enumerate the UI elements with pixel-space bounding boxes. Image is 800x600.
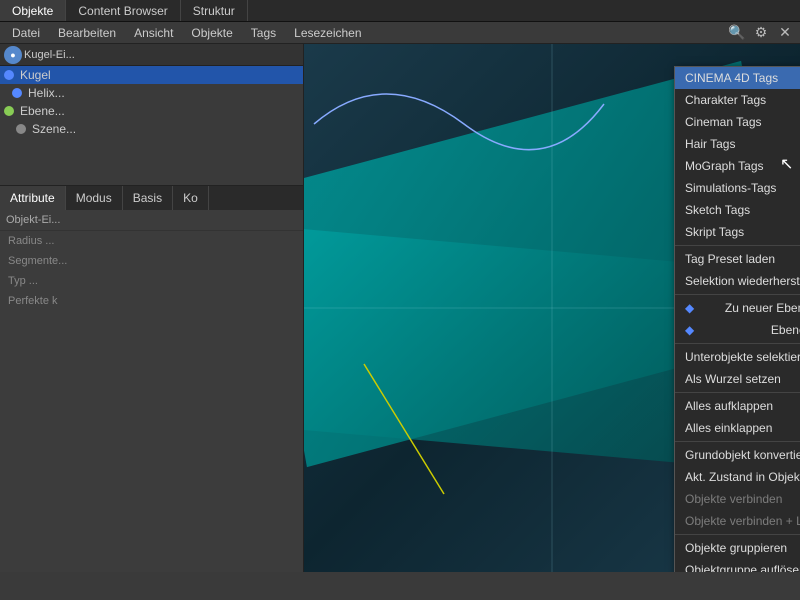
list-item[interactable]: Ebene... [0, 102, 303, 120]
menu-bar: Datei Bearbeiten Ansicht Objekte Tags Le… [0, 22, 800, 44]
separator [675, 245, 800, 246]
list-item[interactable]: Kugel [0, 66, 303, 84]
ctx-item-charakter-tags[interactable]: Charakter Tags ▶ [675, 89, 800, 111]
ctx-item-skript-tags[interactable]: Skript Tags [675, 221, 800, 243]
ctx-item-ebenen-manager[interactable]: ◆ Ebenen-Manager... [675, 319, 800, 341]
tab-modus[interactable]: Modus [66, 186, 123, 210]
tab-struktur[interactable]: Struktur [181, 0, 248, 21]
attr-row: Radius ... [0, 231, 303, 251]
ctx-item-aufklappen[interactable]: Alles aufklappen [675, 395, 800, 417]
menu-ansicht[interactable]: Ansicht [126, 24, 181, 42]
tab-ko[interactable]: Ko [173, 186, 209, 210]
ctx-item-verbinden-loeschen[interactable]: Objekte verbinden + Löschen [675, 510, 800, 532]
ctx-item-zustand[interactable]: Akt. Zustand in Objekt wandeln [675, 466, 800, 488]
ctx-item-gruppieren[interactable]: Objekte gruppieren [675, 537, 800, 559]
ctx-item-grundobjekt[interactable]: Grundobjekt konvertieren [675, 444, 800, 466]
main-area: ● Kugel-Ei... Kugel Helix... Ebene... Sz… [0, 44, 800, 572]
list-item[interactable]: Helix... [0, 84, 303, 102]
attr-label: Perfekte k [8, 295, 88, 307]
tab-content-browser[interactable]: Content Browser [66, 0, 180, 21]
ctx-item-cinema4d-tags[interactable]: CINEMA 4D Tags ▶ [675, 67, 800, 89]
attr-row: Segmente... [0, 251, 303, 271]
ctx-item-einklappen[interactable]: Alles einklappen [675, 417, 800, 439]
separator [675, 534, 800, 535]
kugel-label: Kugel-Ei... [24, 49, 75, 61]
attr-label: Typ ... [8, 275, 88, 287]
object-color-dot [12, 88, 22, 98]
neue-ebene-icon: ◆ [685, 301, 694, 315]
object-color-dot [4, 70, 14, 80]
separator [675, 294, 800, 295]
separator [675, 343, 800, 344]
kugel-icon: ● [4, 46, 22, 64]
menu-lesezeichen[interactable]: Lesezeichen [286, 24, 369, 42]
tab-objekte[interactable]: Objekte [0, 0, 66, 21]
ctx-item-gruppe-aufloesen[interactable]: Objektgruppe auflösen [675, 559, 800, 572]
teal-surface-2 [304, 224, 693, 464]
close-icon[interactable]: ✕ [774, 22, 796, 44]
objekt-ei-label: Objekt-Ei... [0, 210, 303, 231]
ctx-item-unterobjekte[interactable]: Unterobjekte selektieren [675, 346, 800, 368]
tab-attribute[interactable]: Attribute [0, 186, 66, 210]
menu-tags[interactable]: Tags [243, 24, 284, 42]
left-panel: ● Kugel-Ei... Kugel Helix... Ebene... Sz… [0, 44, 304, 572]
3d-viewport[interactable]: CINEMA 4D Tags ▶ Charakter Tags ▶ Cinema… [304, 44, 800, 572]
settings-icon[interactable]: ⚙ [750, 22, 772, 44]
ctx-item-als-wurzel[interactable]: Als Wurzel setzen [675, 368, 800, 390]
list-item[interactable]: Szene... [0, 120, 303, 138]
ctx-item-cineman-tags[interactable]: Cineman Tags ▶ [675, 111, 800, 133]
ctx-item-tag-preset[interactable]: Tag Preset laden ▶ [675, 248, 800, 270]
ctx-item-neue-ebene[interactable]: ◆ Zu neuer Ebene hinzufügen [675, 297, 800, 319]
ctx-item-simulations-tags[interactable]: Simulations-Tags ▶ [675, 177, 800, 199]
object-color-dot [16, 124, 26, 134]
separator [675, 441, 800, 442]
ctx-item-sketch-tags[interactable]: Sketch Tags ▶ [675, 199, 800, 221]
ctx-item-verbinden[interactable]: Objekte verbinden [675, 488, 800, 510]
attr-row: Typ ... [0, 271, 303, 291]
ctx-item-hair-tags[interactable]: Hair Tags [675, 133, 800, 155]
top-tab-bar: Objekte Content Browser Struktur [0, 0, 800, 22]
ctx-item-selektion[interactable]: Selektion wiederherstellen ▶ [675, 270, 800, 292]
context-menu: CINEMA 4D Tags ▶ Charakter Tags ▶ Cinema… [674, 66, 800, 572]
separator [675, 392, 800, 393]
attribute-tabs: Attribute Modus Basis Ko [0, 186, 303, 210]
search-icon[interactable]: 🔍 [726, 22, 748, 44]
menu-bearbeiten[interactable]: Bearbeiten [50, 24, 124, 42]
attribute-panel: Attribute Modus Basis Ko Objekt-Ei... Ra… [0, 186, 303, 572]
attr-row: Perfekte k [0, 291, 303, 311]
menu-datei[interactable]: Datei [4, 24, 48, 42]
tab-basis[interactable]: Basis [123, 186, 173, 210]
attr-label: Radius ... [8, 235, 88, 247]
menu-objekte[interactable]: Objekte [183, 24, 240, 42]
attr-label: Segmente... [8, 255, 88, 267]
object-list: Kugel Helix... Ebene... Szene... [0, 66, 303, 186]
mouse-cursor: ↖ [780, 154, 792, 166]
object-color-dot [4, 106, 14, 116]
ebenen-icon: ◆ [685, 323, 694, 337]
